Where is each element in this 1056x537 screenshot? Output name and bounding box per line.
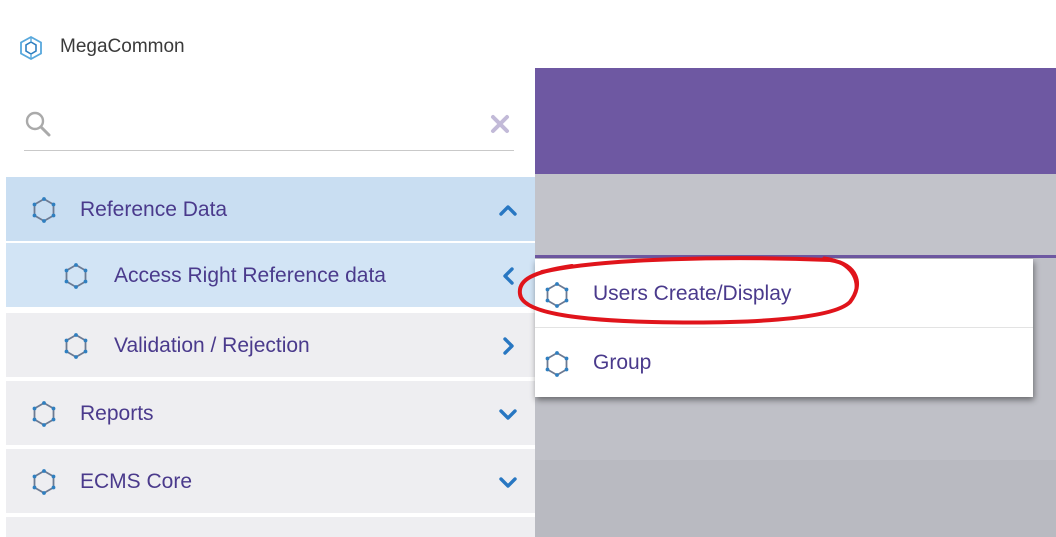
content-toolbar	[535, 174, 1056, 257]
chevron-down-icon[interactable]	[497, 470, 519, 494]
menu-item-next[interactable]	[6, 517, 535, 537]
chevron-up-icon[interactable]	[497, 198, 519, 222]
hexagon-icon	[64, 333, 88, 359]
flyout-item-users-create-display[interactable]: Users Create/Display	[535, 259, 1033, 328]
flyout-item-group[interactable]: Group	[535, 328, 1033, 397]
header-banner	[535, 68, 1056, 174]
menu-item-label: Validation / Rejection	[114, 334, 310, 357]
hexagon-icon	[32, 401, 56, 427]
menu-item-access-right-reference-data[interactable]: Access Right Reference data	[6, 243, 535, 309]
menu-item-ecms-core[interactable]: ECMS Core	[6, 449, 535, 515]
flyout-submenu: Users Create/Display Group	[535, 259, 1033, 397]
chevron-left-icon[interactable]	[497, 264, 519, 288]
menu-item-label: Access Right Reference data	[114, 264, 386, 287]
hexagon-icon	[64, 263, 88, 289]
app-title: MegaCommon	[60, 36, 185, 57]
content-footer	[535, 460, 1056, 537]
menu-item-label: ECMS Core	[80, 470, 193, 493]
search-underline	[24, 150, 514, 151]
hexagon-icon	[545, 282, 569, 308]
menu-item-validation-rejection[interactable]: Validation / Rejection	[6, 313, 535, 379]
clear-search-icon[interactable]	[488, 112, 512, 136]
flyout-item-label: Users Create/Display	[593, 282, 792, 305]
hexagon-icon	[32, 469, 56, 495]
search-icon[interactable]	[24, 110, 52, 138]
chevron-right-icon[interactable]	[497, 334, 519, 358]
megacommon-logo-icon	[20, 35, 42, 61]
flyout-item-label: Group	[593, 351, 652, 374]
menu-item-label: Reference Data	[80, 198, 228, 221]
hexagon-icon	[32, 197, 56, 223]
chevron-down-icon[interactable]	[497, 402, 519, 426]
menu-item-label: Reports	[80, 402, 154, 425]
hexagon-icon	[545, 351, 569, 377]
menu-item-reports[interactable]: Reports	[6, 381, 535, 447]
menu-item-reference-data[interactable]: Reference Data	[6, 177, 535, 243]
search-input[interactable]	[62, 108, 476, 142]
